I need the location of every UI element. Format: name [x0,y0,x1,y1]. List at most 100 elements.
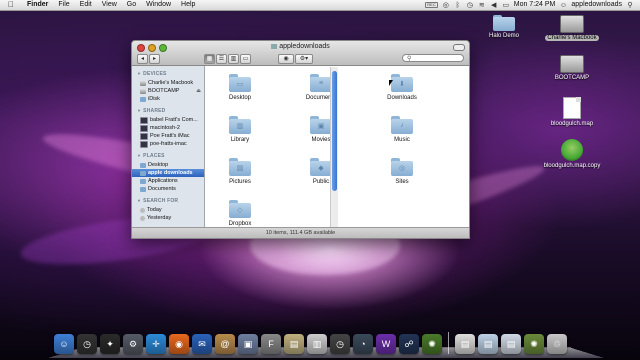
thunderbird-icon[interactable]: ✉ [192,334,212,354]
address-book-icon[interactable]: @ [215,334,235,354]
desktop-icon-bootcamp[interactable]: BOOTCAMP [537,55,607,81]
desktop-icon-halo-demo[interactable]: Halo Demo [469,15,539,39]
sidebar-item-shared-computer[interactable]: Poe Fratt's iMac [132,132,204,140]
wifi-icon[interactable]: ≋ [478,2,486,9]
menu-clock[interactable]: Mon 7:24 PM [514,0,556,10]
icon-view-button[interactable]: ▦ [204,54,215,64]
applications-folder-icon [140,178,146,184]
desktop-icon-bloodgulch-map[interactable]: bloodgulch.map [537,97,607,127]
halo-icon[interactable]: ✺ [422,334,442,354]
menu-window[interactable]: Window [141,0,176,10]
menu-edit[interactable]: Edit [75,0,97,10]
dashboard-icon[interactable]: ◷ [77,334,97,354]
expose-icon[interactable]: ✦ [100,334,120,354]
folder-label: Library [230,137,250,143]
sidebar-item-desktop[interactable]: Desktop [132,161,204,169]
sidebar-item-bootcamp[interactable]: BOOTCAMP ⏏ [132,87,204,95]
sidebar-section-devices[interactable]: ▼ DEVICES [137,71,204,77]
downloads-stack-icon[interactable]: ▤ [455,334,475,354]
documents-emblem-icon: ≡ [318,80,324,88]
menu-help[interactable]: Help [176,0,200,10]
disclosure-triangle-icon[interactable]: ▼ [137,153,141,158]
trash-icon[interactable]: ♲ [547,334,567,354]
spotlight-icon[interactable]: ⚲ [626,2,634,9]
sync-icon[interactable]: ◎ [442,2,450,9]
quick-look-button[interactable]: ◉ [278,54,294,64]
folder-item-pictures[interactable]: ▨ Pictures [210,158,270,185]
back-button[interactable]: ◂ [137,54,148,64]
time-machine-menu-icon[interactable]: ◷ [466,2,474,9]
sidebar-item-idisk[interactable]: iDisk [132,95,204,103]
desktop-icon-charlies-macbook[interactable]: Charlie's Macbook [537,15,607,41]
time-machine-icon[interactable]: ◔ [353,334,373,354]
desktop-icon-bloodgulch-map-copy[interactable]: bloodgulch.map.copy [537,139,607,169]
iphoto-icon[interactable]: ▣ [238,334,258,354]
folder-item-library[interactable]: ▥ Library [210,116,270,143]
folder-item-downloads[interactable]: ⬇ Downloads [372,74,432,101]
battery-icon[interactable]: ▭ [502,2,510,9]
boot-camp-icon[interactable]: ▥ [307,334,327,354]
finder-icon[interactable]: ☺ [54,334,74,354]
disclosure-triangle-icon[interactable]: ▼ [137,108,141,113]
sidebar-scrollbar[interactable] [330,67,338,227]
volume-icon[interactable]: ◀ [490,2,498,9]
menu-view[interactable]: View [97,0,122,10]
folder-item-desktop[interactable]: ▭ Desktop [210,74,270,101]
view-buttons: ▦ ☰ ▥ ▭ [204,54,251,64]
documents-stack-icon[interactable]: ▤ [501,334,521,354]
monitor-icon [140,116,148,124]
menu-finder[interactable]: Finder [22,0,53,10]
scrollbar-thumb[interactable] [332,71,337,191]
folder-item-sites[interactable]: ◎ Sites [372,158,432,185]
sidebar-section-search-for[interactable]: ▼ SEARCH FOR [137,198,204,204]
system-prefs-icon[interactable]: ⚙ [123,334,143,354]
toolbar-toggle-button[interactable] [453,44,465,51]
menu-file[interactable]: File [53,0,74,10]
documents-folder-icon [140,186,146,192]
folder-icon: ◆ [310,158,332,176]
dock: ☺ ◷ ✦ ⚙ ✛ ◉ ✉ @ ▣ F ▤ ▥ ◷ ◔ W ☍ ✺ ▤ ▤ ▤ ✺ ♲ [48,328,604,358]
list-view-button[interactable]: ☰ [216,54,227,64]
sidebar-item-shared-computer[interactable]: poe-fratts-imac [132,140,204,148]
sidebar-item-today[interactable]: Today [132,206,204,214]
sidebar-item-shared-computer[interactable]: babel Fratt's Com... [132,116,204,124]
folder-item-music[interactable]: ♪ Music [372,116,432,143]
bluetooth-icon[interactable]: ᛒ [454,2,462,9]
disclosure-triangle-icon[interactable]: ▼ [137,71,141,76]
user-icon[interactable]: ☺ [559,2,567,9]
font-app-icon[interactable]: F [261,334,281,354]
menu-go[interactable]: Go [122,0,141,10]
menu-user[interactable]: appledownloads [571,0,622,10]
word-icon[interactable]: W [376,334,396,354]
search-field[interactable]: ⚲ [402,54,464,62]
folder-item-movies[interactable]: ▣ Movies [291,116,351,143]
column-view-button[interactable]: ▥ [228,54,239,64]
window-titlebar[interactable]: appledownloads ◂ ▸ ▦ ☰ ▥ ▭ ◉ ⚙▾ ⚲ [132,41,469,66]
disk-utility-icon[interactable]: ☍ [399,334,419,354]
preview-icon[interactable]: ▤ [284,334,304,354]
sidebar-item-yesterday[interactable]: Yesterday [132,214,204,222]
recording-badge[interactable]: REC [425,2,438,8]
sidebar-item-charlies-macbook[interactable]: Charlie's Macbook [132,79,204,87]
sidebar-item-documents[interactable]: Documents [132,185,204,193]
folder-item-public[interactable]: ◆ Public [291,158,351,185]
game-stack-icon[interactable]: ✺ [524,334,544,354]
forward-button[interactable]: ▸ [149,54,160,64]
sidebar-item-shared-computer[interactable]: macintosh-2 [132,124,204,132]
coverflow-view-button[interactable]: ▭ [240,54,251,64]
folder-item-dropbox[interactable]: ◇ Dropbox [210,200,270,227]
folder-item-documents[interactable]: ≡ Documents [291,74,351,101]
sidebar-item-apple-downloads[interactable]: apple downloads [132,169,204,177]
apple-menu-icon[interactable]:  [0,0,22,10]
sidebar-item-applications[interactable]: Applications [132,177,204,185]
clock-icon [140,215,145,221]
applications-stack-icon[interactable]: ▤ [478,334,498,354]
safari-icon[interactable]: ✛ [146,334,166,354]
eject-icon[interactable]: ⏏ [196,87,201,95]
action-menu-button[interactable]: ⚙▾ [295,54,313,64]
sidebar-section-shared[interactable]: ▼ SHARED [137,108,204,114]
sidebar-section-places[interactable]: ▼ PLACES [137,153,204,159]
quicktime-icon[interactable]: ◷ [330,334,350,354]
disclosure-triangle-icon[interactable]: ▼ [137,198,141,203]
firefox-icon[interactable]: ◉ [169,334,189,354]
